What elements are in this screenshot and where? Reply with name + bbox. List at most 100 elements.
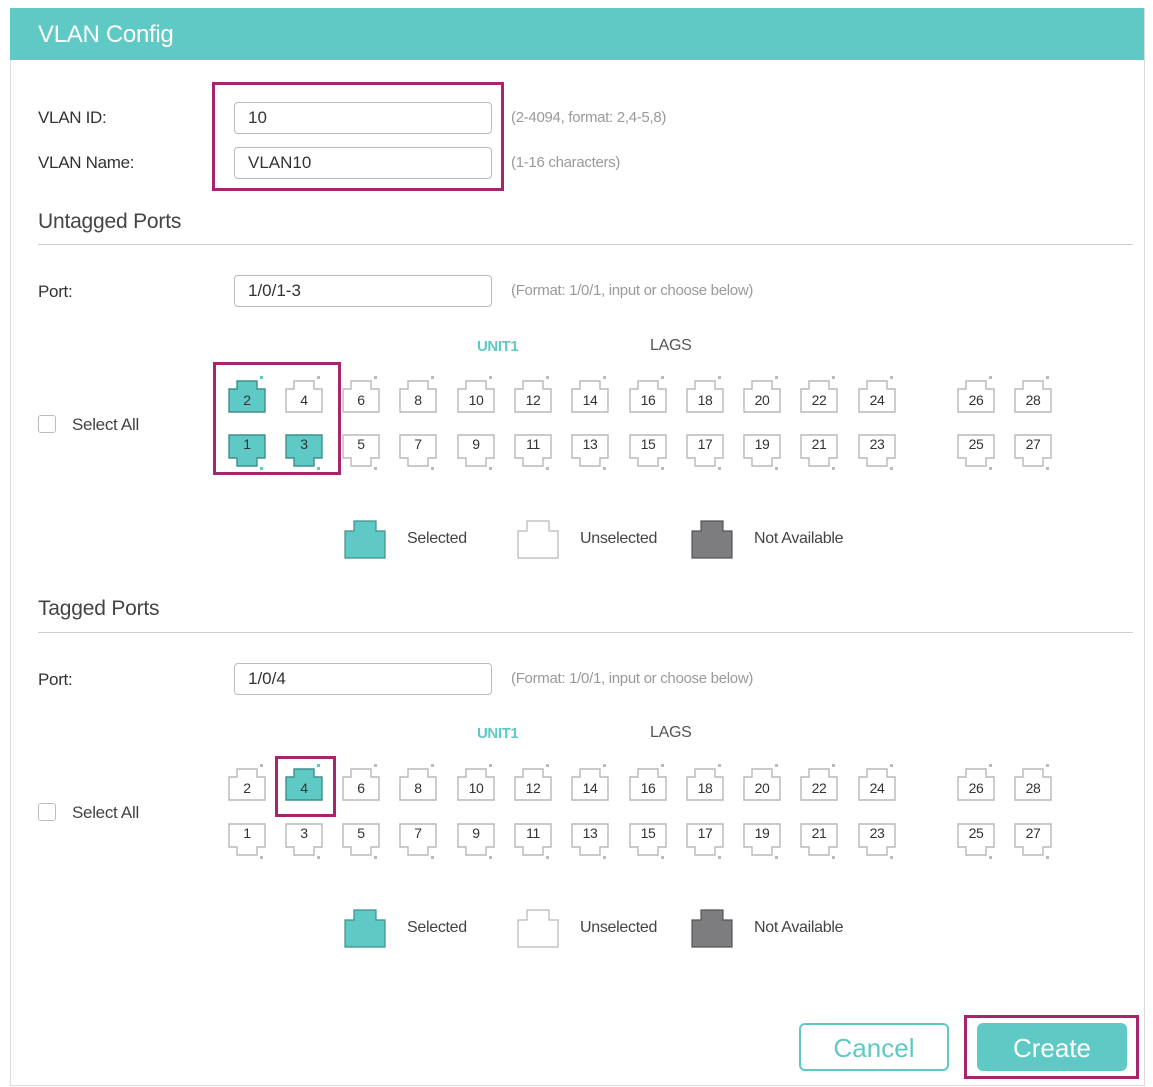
- port-23[interactable]: 23: [857, 821, 897, 861]
- port-number: 22: [811, 780, 827, 796]
- port-5[interactable]: 5: [341, 821, 381, 861]
- untagged-port-label: Port:: [38, 282, 73, 301]
- port-15[interactable]: 15: [628, 821, 668, 861]
- port-11[interactable]: 11: [513, 821, 553, 861]
- legend-unselected-label: Unselected: [580, 530, 658, 547]
- port-7[interactable]: 7: [398, 821, 438, 861]
- port-number: 20: [754, 780, 770, 796]
- port-3[interactable]: 3: [284, 821, 324, 861]
- port-number: 12: [525, 780, 541, 796]
- vlan-id-label: VLAN ID:: [38, 108, 107, 127]
- port-number: 9: [472, 436, 480, 452]
- port-13[interactable]: 13: [570, 432, 610, 472]
- port-number: 2: [243, 780, 251, 796]
- port-number: 19: [754, 436, 770, 452]
- port-28[interactable]: 28: [1013, 375, 1053, 415]
- port-number: 16: [640, 780, 656, 796]
- port-number: 22: [811, 392, 827, 408]
- legend-selected-label: Selected: [407, 530, 467, 547]
- tagged-unit1-header: UNIT1: [477, 725, 519, 742]
- port-number: 8: [414, 392, 422, 408]
- port-number: 18: [697, 780, 713, 796]
- port-19[interactable]: 19: [742, 432, 782, 472]
- port-22[interactable]: 22: [799, 763, 839, 803]
- port-13[interactable]: 13: [570, 821, 610, 861]
- port-27[interactable]: 27: [1013, 821, 1053, 861]
- port-16[interactable]: 16: [628, 375, 668, 415]
- port-7[interactable]: 7: [398, 432, 438, 472]
- tagged-port-input[interactable]: 1/0/4: [234, 663, 492, 695]
- port-19[interactable]: 19: [742, 821, 782, 861]
- untagged-unit1-header: UNIT1: [477, 338, 519, 355]
- port-14[interactable]: 14: [570, 375, 610, 415]
- port-number: 25: [968, 436, 984, 452]
- port-number: 8: [414, 780, 422, 796]
- untagged-port-input[interactable]: 1/0/1-3: [234, 275, 492, 307]
- port-14[interactable]: 14: [570, 763, 610, 803]
- port-6[interactable]: 6: [341, 375, 381, 415]
- untagged-lags-header: LAGS: [650, 337, 692, 354]
- port-28[interactable]: 28: [1013, 763, 1053, 803]
- port-26[interactable]: 26: [956, 375, 996, 415]
- port-24[interactable]: 24: [857, 375, 897, 415]
- port-17[interactable]: 17: [685, 432, 725, 472]
- untagged-select-all-label: Select All: [72, 415, 139, 434]
- port-17[interactable]: 17: [685, 821, 725, 861]
- port-8[interactable]: 8: [398, 375, 438, 415]
- legend-unselected-icon: [517, 908, 559, 948]
- port-18[interactable]: 18: [685, 763, 725, 803]
- port-number: 14: [582, 780, 598, 796]
- port-18[interactable]: 18: [685, 375, 725, 415]
- port-20[interactable]: 20: [742, 375, 782, 415]
- port-number: 28: [1025, 392, 1041, 408]
- port-10[interactable]: 10: [456, 375, 496, 415]
- port-10[interactable]: 10: [456, 763, 496, 803]
- port-2[interactable]: 2: [227, 763, 267, 803]
- port-9[interactable]: 9: [456, 821, 496, 861]
- cancel-button[interactable]: Cancel: [799, 1023, 949, 1071]
- port-number: 24: [869, 392, 885, 408]
- port-number: 13: [582, 436, 598, 452]
- port-number: 14: [582, 392, 598, 408]
- highlight-vlan-fields: [212, 82, 504, 191]
- vlan-name-label: VLAN Name:: [38, 153, 135, 172]
- port-11[interactable]: 11: [513, 432, 553, 472]
- tagged-port-label: Port:: [38, 670, 73, 689]
- tagged-select-all-label: Select All: [72, 803, 139, 822]
- port-20[interactable]: 20: [742, 763, 782, 803]
- port-12[interactable]: 12: [513, 375, 553, 415]
- legend-not-available-label: Not Available: [754, 530, 844, 547]
- port-number: 27: [1025, 436, 1041, 452]
- port-8[interactable]: 8: [398, 763, 438, 803]
- port-12[interactable]: 12: [513, 763, 553, 803]
- vlan-name-hint: (1-16 characters): [511, 154, 621, 171]
- port-9[interactable]: 9: [456, 432, 496, 472]
- port-number: 3: [300, 825, 308, 841]
- port-21[interactable]: 21: [799, 821, 839, 861]
- port-number: 12: [525, 392, 541, 408]
- port-15[interactable]: 15: [628, 432, 668, 472]
- tagged-select-all-checkbox[interactable]: [38, 803, 56, 821]
- port-16[interactable]: 16: [628, 763, 668, 803]
- highlight-create-button: [964, 1015, 1139, 1079]
- port-22[interactable]: 22: [799, 375, 839, 415]
- untagged-select-all-checkbox[interactable]: [38, 415, 56, 433]
- port-25[interactable]: 25: [956, 821, 996, 861]
- port-5[interactable]: 5: [341, 432, 381, 472]
- untagged-port-hint: (Format: 1/0/1, input or choose below): [511, 282, 754, 299]
- port-1[interactable]: 1: [227, 821, 267, 861]
- legend-unselected-label: Unselected: [580, 919, 658, 936]
- port-number: 9: [472, 825, 480, 841]
- port-26[interactable]: 26: [956, 763, 996, 803]
- port-23[interactable]: 23: [857, 432, 897, 472]
- port-6[interactable]: 6: [341, 763, 381, 803]
- port-21[interactable]: 21: [799, 432, 839, 472]
- port-number: 23: [869, 825, 885, 841]
- port-24[interactable]: 24: [857, 763, 897, 803]
- port-number: 26: [968, 780, 984, 796]
- port-27[interactable]: 27: [1013, 432, 1053, 472]
- tagged-lags-header: LAGS: [650, 724, 692, 741]
- port-number: 17: [697, 436, 713, 452]
- port-25[interactable]: 25: [956, 432, 996, 472]
- port-number: 17: [697, 825, 713, 841]
